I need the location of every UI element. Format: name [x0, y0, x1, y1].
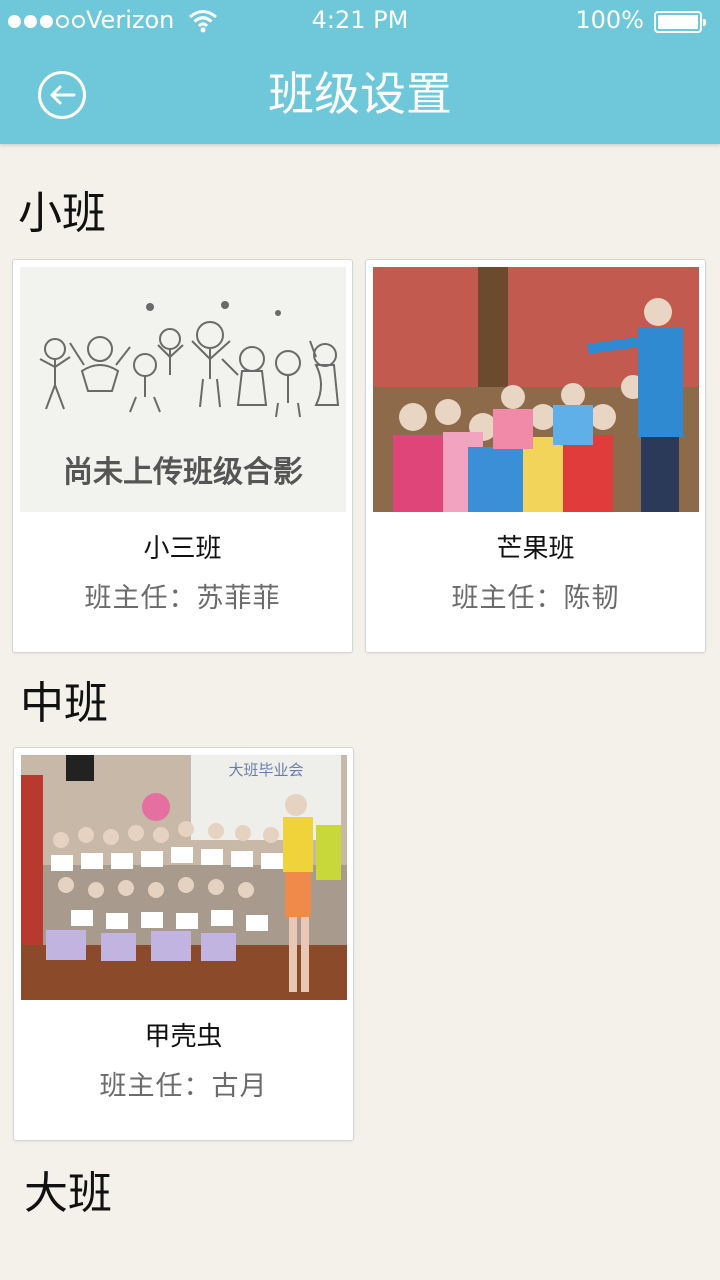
page-title: 班级设置	[268, 67, 452, 121]
no-photo-caption: 尚未上传班级合影	[63, 455, 303, 490]
section-heading-middle: 中班	[20, 678, 108, 729]
status-bar: Verizon 4:21 PM 100%	[0, 0, 720, 44]
class-card-xiaosan[interactable]: 尚未上传班级合影 小三班 班主任：苏菲菲	[12, 259, 353, 653]
class-photo: 大班毕业会	[21, 755, 347, 1000]
class-name: 芒果班	[496, 534, 575, 564]
class-card-mango[interactable]: 芒果班 班主任：陈韧	[365, 259, 706, 653]
class-teacher: 班主任：苏菲菲	[84, 583, 281, 614]
class-card-beetle[interactable]: 大班毕业会 甲壳虫 班主任：古月	[13, 747, 354, 1141]
stage-banner-text: 大班毕业会	[228, 761, 303, 779]
section-heading-small: 小班	[18, 188, 106, 239]
class-teacher: 班主任：古月	[99, 1071, 268, 1102]
class-name: 小三班	[143, 534, 222, 564]
battery-icon	[654, 11, 706, 33]
class-teacher: 班主任：陈韧	[451, 583, 620, 614]
class-photo-placeholder: 尚未上传班级合影	[20, 267, 346, 512]
nav-header: Verizon 4:21 PM 100% 班级设置	[0, 0, 720, 144]
section-heading-large: 大班	[24, 1168, 112, 1219]
class-name: 甲壳虫	[144, 1022, 223, 1052]
battery-percentage: 100%	[575, 6, 644, 34]
class-photo	[373, 267, 699, 512]
